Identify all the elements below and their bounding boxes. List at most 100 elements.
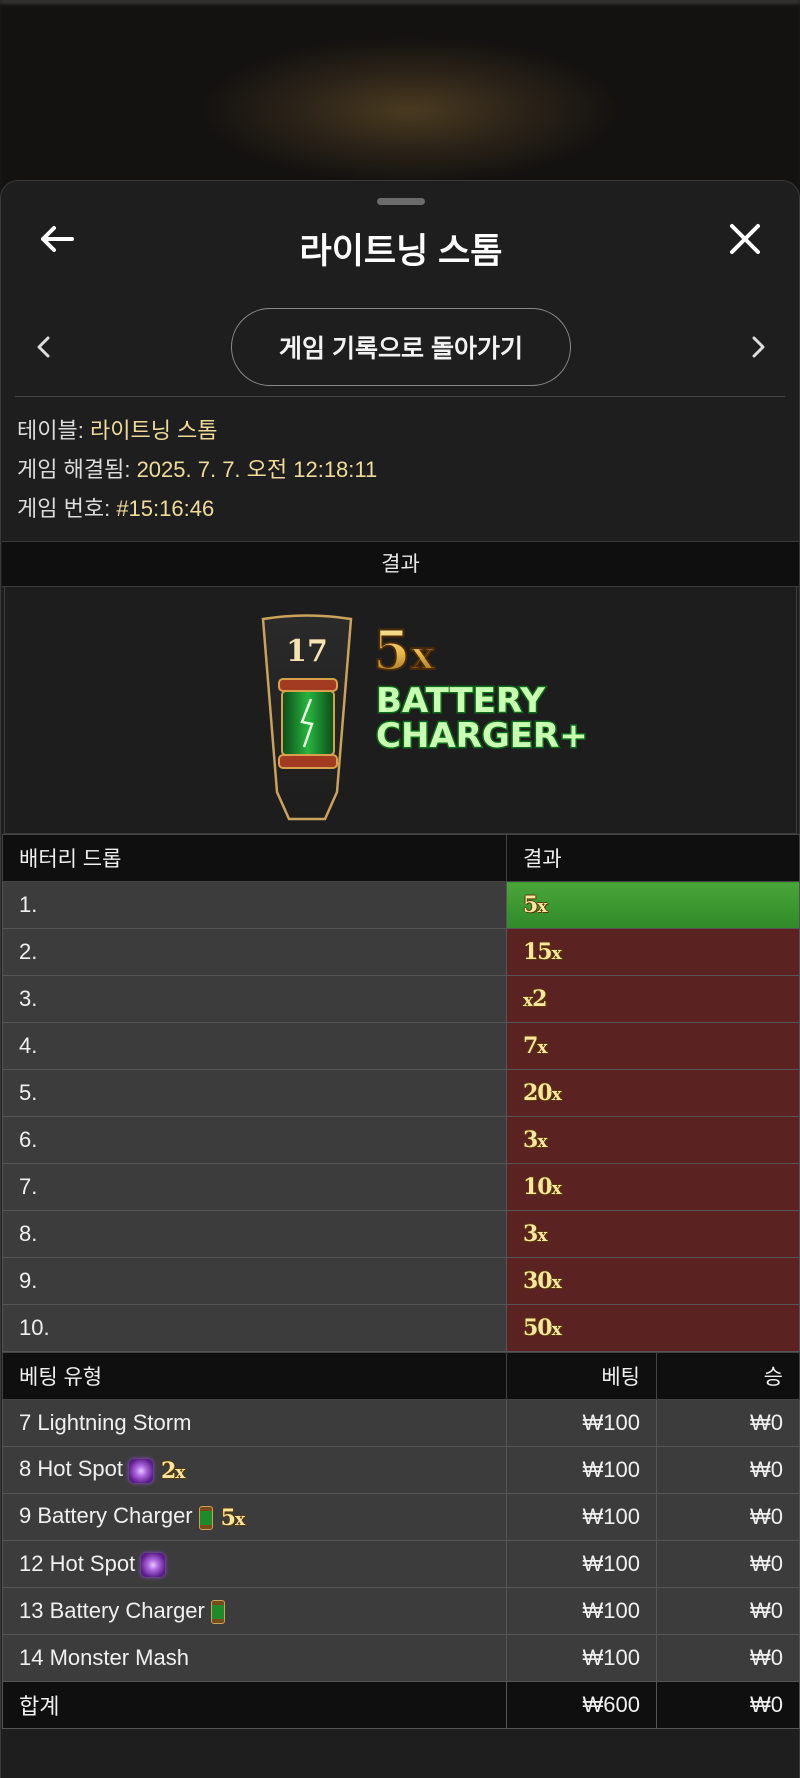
result-number: 17 xyxy=(286,634,328,669)
sheet-drag-handle[interactable] xyxy=(377,198,425,205)
hot-spot-orb-icon xyxy=(128,1458,153,1483)
battery-drop-row: 4. 7x xyxy=(2,1022,800,1070)
bet-row: 12 Hot Spot ₩100 ₩0 xyxy=(2,1540,800,1588)
battery-drop-header-row: 배터리 드롭 결과 xyxy=(2,834,800,882)
win-column-header: 승 xyxy=(656,1352,800,1400)
bet-type: 13 Battery Charger xyxy=(2,1587,507,1635)
total-row: 합계 ₩600 ₩0 xyxy=(2,1681,800,1729)
bet-multiplier: 2x xyxy=(160,1457,185,1484)
drop-multiplier: x2 xyxy=(506,975,800,1023)
drop-multiplier: 10x xyxy=(506,1163,800,1211)
drop-multiplier: 3x xyxy=(506,1210,800,1258)
hot-spot-orb-icon xyxy=(141,1553,166,1578)
bets-table: 베팅 유형 베팅 승 7 Lightning Storm ₩100 ₩0 8 Hot … xyxy=(2,1352,800,1729)
win-amount: ₩0 xyxy=(656,1540,800,1588)
win-amount: ₩0 xyxy=(656,1446,800,1494)
resolved-value: 2025. 7. 7. 오전 12:18:11 xyxy=(136,457,378,482)
table-value: 라이트닝 스톰 xyxy=(89,418,218,443)
bet-type: 14 Monster Mash xyxy=(2,1634,507,1682)
bet-column-header: 베팅 xyxy=(506,1352,657,1400)
battery-drop-row: 7. 10x xyxy=(2,1163,800,1211)
drop-index: 8. xyxy=(2,1210,507,1258)
drop-multiplier: 7x xyxy=(506,1022,800,1070)
bet-row: 7 Lightning Storm ₩100 ₩0 xyxy=(2,1399,800,1447)
bets-header-row: 베팅 유형 베팅 승 xyxy=(2,1352,800,1400)
battery-drop-column-header: 배터리 드롭 xyxy=(2,834,507,882)
page-title: 라이트닝 스톰 xyxy=(299,232,503,271)
battery-drop-row: 2. 15x xyxy=(2,928,800,976)
drop-multiplier: 50x xyxy=(506,1304,800,1352)
bet-multiplier: 5x xyxy=(220,1504,245,1531)
battery-drop-table: 배터리 드롭 결과 1. 5x 2. 15x 3. x2 4. 7x 5. 20x 6. 3x 7. 10… xyxy=(2,834,800,1352)
result-name-line1: BATTERY xyxy=(376,681,545,721)
bet-amount: ₩100 xyxy=(506,1540,657,1588)
game-number-info-row: 게임 번호: #15:16:46 xyxy=(17,489,777,528)
drop-index: 6. xyxy=(2,1116,507,1164)
battery-drop-row: 1. 5x xyxy=(2,881,800,929)
resolved-info-row: 게임 해결됨: 2025. 7. 7. 오전 12:18:11 xyxy=(17,450,777,489)
bet-row: 9 Battery Charger 5x ₩100 ₩0 xyxy=(2,1493,800,1541)
drop-multiplier: 20x xyxy=(506,1069,800,1117)
table-label: 테이블: xyxy=(17,418,84,443)
battery-drop-row: 5. 20x xyxy=(2,1069,800,1117)
drop-index: 1. xyxy=(2,881,507,929)
resolved-label: 게임 해결됨: xyxy=(17,457,131,482)
win-amount: ₩0 xyxy=(656,1399,800,1447)
game-number-label: 게임 번호: xyxy=(17,496,111,521)
game-number-value: #15:16:46 xyxy=(116,496,215,521)
bet-type: 12 Hot Spot xyxy=(2,1540,507,1588)
bet-amount: ₩100 xyxy=(506,1634,657,1682)
divider xyxy=(15,396,785,397)
drop-index: 2. xyxy=(2,928,507,976)
drop-index: 3. xyxy=(2,975,507,1023)
battery-drop-row: 3. x2 xyxy=(2,975,800,1023)
bet-amount: ₩100 xyxy=(506,1493,657,1541)
bet-type: 9 Battery Charger 5x xyxy=(2,1493,507,1541)
drop-index: 7. xyxy=(2,1163,507,1211)
game-detail-sheet: 라이트닝 스톰 게임 기록으로 돌아가기 테이블: 라이트닝 스톰 게임 해결됨… xyxy=(0,180,800,1778)
drop-index: 10. xyxy=(2,1304,507,1352)
drop-index: 4. xyxy=(2,1022,507,1070)
result-heading: 결과 xyxy=(2,541,799,587)
previous-game-chevron-icon[interactable] xyxy=(23,327,63,367)
bet-amount: ₩100 xyxy=(506,1587,657,1635)
game-info: 테이블: 라이트닝 스톰 게임 해결됨: 2025. 7. 7. 오전 12:1… xyxy=(17,411,777,528)
back-to-history-button[interactable]: 게임 기록으로 돌아가기 xyxy=(231,308,571,386)
drop-index: 9. xyxy=(2,1257,507,1305)
bet-row: 14 Monster Mash ₩100 ₩0 xyxy=(2,1634,800,1682)
battery-icon xyxy=(210,1600,225,1625)
results-area: 결과 17 5x BATTERY CHARGER+ 배터리 드롭 결과 1. 5… xyxy=(2,541,800,1729)
bet-type: 7 Lightning Storm xyxy=(2,1399,507,1447)
close-icon[interactable] xyxy=(721,215,769,263)
bet-type-column-header: 베팅 유형 xyxy=(2,1352,507,1400)
blurred-game-backdrop xyxy=(0,0,800,200)
bet-row: 8 Hot Spot 2x ₩100 ₩0 xyxy=(2,1446,800,1494)
battery-drop-row: 8. 3x xyxy=(2,1210,800,1258)
bet-row: 13 Battery Charger ₩100 ₩0 xyxy=(2,1587,800,1635)
result-name-line2: CHARGER+ xyxy=(376,716,588,756)
drop-multiplier: 30x xyxy=(506,1257,800,1305)
drop-index: 5. xyxy=(2,1069,507,1117)
winning-result-illustration: 17 5x BATTERY CHARGER+ xyxy=(261,614,589,821)
total-label: 합계 xyxy=(2,1681,507,1729)
result-column-header: 결과 xyxy=(506,834,800,882)
drop-multiplier: 3x xyxy=(506,1116,800,1164)
bet-amount: ₩100 xyxy=(506,1399,657,1447)
win-amount: ₩0 xyxy=(656,1587,800,1635)
win-amount: ₩0 xyxy=(656,1634,800,1682)
battery-drop-row: 10. 50x xyxy=(2,1304,800,1352)
battery-drop-row: 9. 30x xyxy=(2,1257,800,1305)
result-multiplier: 5x xyxy=(373,618,436,682)
bet-type: 8 Hot Spot 2x xyxy=(2,1446,507,1494)
win-amount: ₩0 xyxy=(656,1493,800,1541)
total-bet: ₩600 xyxy=(506,1681,657,1729)
drop-multiplier: 15x xyxy=(506,928,800,976)
table-info-row: 테이블: 라이트닝 스톰 xyxy=(17,411,777,450)
battery-icon xyxy=(198,1505,213,1530)
back-arrow-icon[interactable] xyxy=(33,215,81,263)
next-game-chevron-icon[interactable] xyxy=(739,327,779,367)
total-win: ₩0 xyxy=(656,1681,800,1729)
bet-amount: ₩100 xyxy=(506,1446,657,1494)
battery-drop-row: 6. 3x xyxy=(2,1116,800,1164)
drop-multiplier: 5x xyxy=(506,881,800,929)
